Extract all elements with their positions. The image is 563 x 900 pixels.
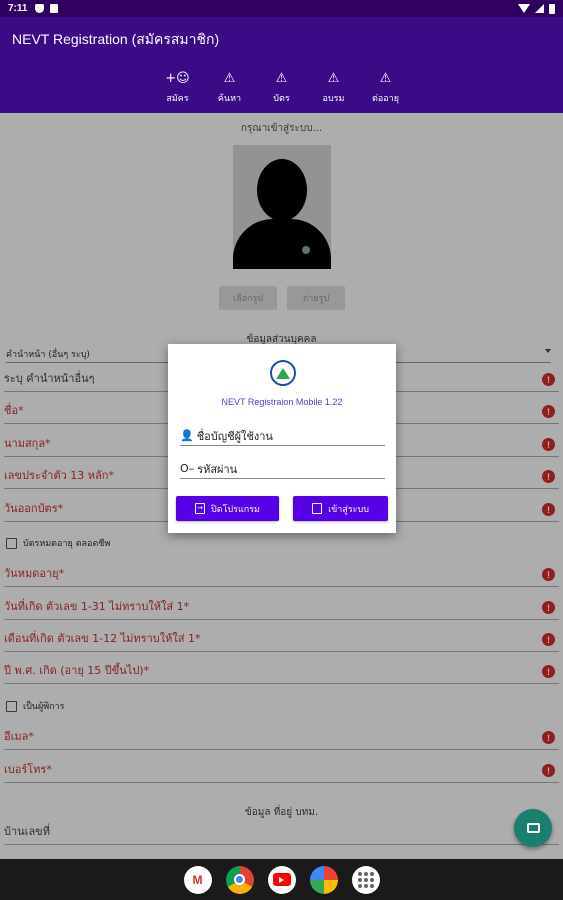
- battery-icon: [549, 3, 555, 14]
- login-dialog: NEVT Registraion Mobile 1.22 👤 ชื่อบัญชี…: [168, 344, 396, 533]
- tab-label: บัตร: [273, 94, 290, 104]
- username-placeholder: ชื่อบัญชีผู้ใช้งาน: [196, 429, 273, 443]
- taskbar: M: [0, 859, 563, 900]
- id-card-fab-button[interactable]: [514, 809, 552, 847]
- password-placeholder: รหัสผ่าน: [197, 462, 238, 476]
- tab-search[interactable]: ⚠ ค้นหา: [204, 63, 256, 113]
- warning-icon: ⚠: [275, 71, 288, 86]
- close-program-label: ปิดโปรแกรม: [211, 504, 260, 515]
- nevt-logo-icon: [270, 360, 296, 386]
- tab-renew[interactable]: ⚠ ต่ออายุ: [360, 63, 412, 113]
- app-bar: NEVT Registration (สมัครสมาชิก): [0, 17, 563, 63]
- close-program-button[interactable]: → ปิดโปรแกรม: [176, 496, 279, 521]
- tab-card[interactable]: ⚠ บัตร: [256, 63, 308, 113]
- gmail-icon[interactable]: M: [183, 865, 212, 894]
- app-drawer-icon[interactable]: [351, 865, 380, 894]
- username-input[interactable]: 👤 ชื่อบัญชีผู้ใช้งาน: [180, 426, 385, 446]
- app-title: NEVT Registration (สมัครสมาชิก): [12, 31, 220, 47]
- status-time: 7:11: [8, 3, 28, 14]
- photos-icon[interactable]: [309, 865, 338, 894]
- signal-icon: [535, 4, 544, 13]
- tab-label: ต่ออายุ: [372, 94, 399, 104]
- password-input[interactable]: O– รหัสผ่าน: [180, 459, 385, 479]
- youtube-icon[interactable]: [267, 865, 296, 894]
- warning-icon: ⚠: [379, 71, 392, 86]
- login-button[interactable]: เข้าสู่ระบบ: [293, 496, 388, 521]
- person-icon: 👤: [180, 429, 194, 442]
- chrome-icon[interactable]: [225, 865, 254, 894]
- tab-bar: +☺ สมัคร ⚠ ค้นหา ⚠ บัตร ⚠ อบรม ⚠ ต่ออายุ: [0, 63, 563, 113]
- warning-icon: ⚠: [327, 71, 340, 86]
- dialog-title: NEVT Registraion Mobile 1.22: [221, 397, 343, 407]
- key-icon: O–: [180, 462, 195, 475]
- login-icon: [312, 503, 323, 514]
- tab-label: สมัคร: [166, 94, 189, 104]
- person-add-icon: +☺: [165, 71, 190, 86]
- sd-card-icon: [50, 4, 59, 13]
- shield-icon: [35, 4, 45, 13]
- tab-label: ค้นหา: [217, 94, 242, 104]
- exit-icon: →: [195, 503, 206, 514]
- tab-register[interactable]: +☺ สมัคร: [152, 63, 204, 113]
- id-card-icon: [526, 823, 540, 833]
- wifi-icon: [518, 4, 530, 13]
- warning-icon: ⚠: [223, 71, 236, 86]
- status-bar: 7:11: [0, 0, 563, 17]
- tab-training[interactable]: ⚠ อบรม: [308, 63, 360, 113]
- tab-label: อบรม: [322, 94, 345, 104]
- login-label: เข้าสู่ระบบ: [328, 504, 369, 515]
